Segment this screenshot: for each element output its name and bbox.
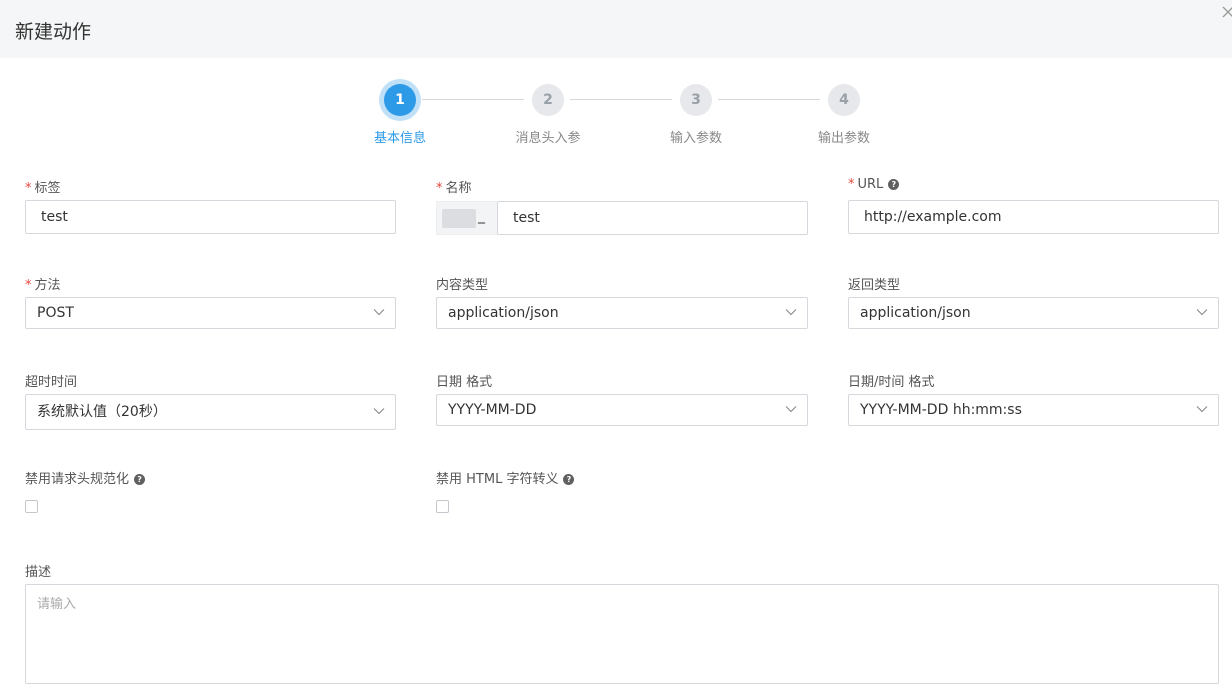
disable-html-escape-checkbox[interactable] [436, 500, 449, 513]
select-value: application/json [860, 305, 971, 321]
field-label-text: 方法 [34, 278, 61, 293]
url-input[interactable]: http://example.com [848, 200, 1219, 234]
field-label-text: 名称 [445, 181, 472, 196]
chevron-down-icon [373, 408, 385, 415]
select-value: YYYY-MM-DD [448, 402, 537, 418]
help-icon[interactable]: ? [888, 179, 900, 190]
name-field-label: * 名称 [436, 177, 472, 196]
method-field-label: * 方法 [25, 274, 61, 293]
required-marker: * [25, 181, 32, 196]
dialog-header: 新建动作 [0, 0, 1232, 58]
datetime-format-select[interactable]: YYYY-MM-DD hh:mm:ss [848, 394, 1219, 426]
select-value: application/json [448, 305, 559, 321]
datetime-format-field-label: 日期/时间 格式 [848, 375, 935, 390]
content-type-select[interactable]: application/json [436, 297, 808, 329]
chevron-down-icon [1196, 309, 1208, 316]
chevron-down-icon [373, 309, 385, 316]
step-connector [718, 99, 820, 100]
timeout-select[interactable]: 系统默认值（20秒） [25, 394, 396, 430]
step-number: 4 [828, 84, 860, 116]
dialog-title: 新建动作 [15, 21, 92, 43]
help-icon[interactable]: ? [563, 474, 575, 485]
disable-header-normalization-checkbox[interactable] [25, 500, 38, 513]
prefix-text: _ [478, 208, 485, 224]
step-connector [422, 99, 524, 100]
step-label: 消息头入参 [515, 131, 581, 146]
prefix-redacted-block [442, 209, 476, 228]
step-label: 输出参数 [817, 131, 870, 146]
field-label-text: 禁用请求头规范化 [25, 472, 130, 487]
label-input[interactable]: test [25, 200, 396, 234]
date-format-select[interactable]: YYYY-MM-DD [436, 394, 808, 426]
url-field-label: * URL? [848, 177, 900, 192]
disable-html-escape-label: 禁用 HTML 字符转义? [436, 468, 575, 487]
required-marker: * [848, 177, 855, 192]
description-field-label: 描述 [25, 565, 52, 580]
return-type-select[interactable]: application/json [848, 297, 1219, 329]
return-type-field-label: 返回类型 [848, 278, 901, 293]
required-marker: * [436, 181, 443, 196]
name-prefix: _ [436, 201, 497, 235]
method-select[interactable]: POST [25, 297, 396, 329]
select-value: POST [37, 305, 74, 321]
step-label: 输入参数 [669, 131, 722, 146]
field-label-text: 禁用 HTML 字符转义 [436, 472, 559, 487]
step-connector [570, 99, 672, 100]
chevron-down-icon [785, 309, 797, 316]
step-number: 2 [532, 84, 564, 116]
select-value: YYYY-MM-DD hh:mm:ss [860, 402, 1022, 418]
select-value: 系统默认值（20秒） [37, 404, 167, 420]
close-icon[interactable] [1221, 5, 1232, 19]
description-textarea[interactable] [25, 584, 1219, 684]
stepper: 1 基本信息 2 消息头入参 3 输入参数 4 输出参数 [0, 80, 1232, 150]
label-field-label: * 标签 [25, 177, 61, 196]
field-label-text: 标签 [34, 181, 61, 196]
help-icon[interactable]: ? [134, 474, 146, 485]
field-label-text: URL [857, 177, 884, 192]
chevron-down-icon [1196, 406, 1208, 413]
step-number: 3 [680, 84, 712, 116]
step-label: 基本信息 [373, 131, 426, 146]
step-number: 1 [384, 84, 416, 116]
date-format-field-label: 日期 格式 [436, 375, 493, 390]
name-input[interactable]: test [497, 201, 808, 235]
chevron-down-icon [785, 406, 797, 413]
timeout-field-label: 超时时间 [25, 375, 78, 390]
content-type-field-label: 内容类型 [436, 278, 489, 293]
required-marker: * [25, 278, 32, 293]
disable-header-normalization-label: 禁用请求头规范化? [25, 468, 146, 487]
